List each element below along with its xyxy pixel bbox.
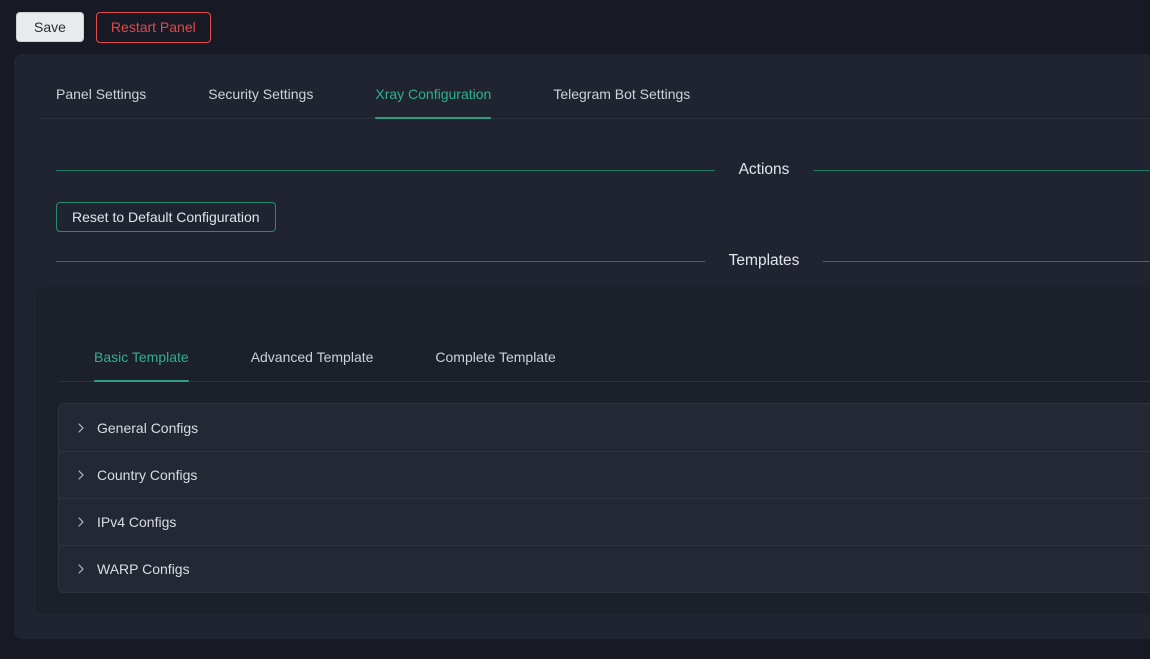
collapse-ipv4-configs[interactable]: IPv4 Configs — [59, 498, 1150, 545]
template-collapse: General Configs Country Configs IPv4 Con… — [58, 403, 1150, 593]
collapse-item-label: WARP Configs — [97, 561, 190, 577]
tab-advanced-template[interactable]: Advanced Template — [251, 347, 374, 381]
collapse-country-configs[interactable]: Country Configs — [59, 451, 1150, 498]
collapse-item-label: Country Configs — [97, 467, 197, 483]
chevron-right-icon — [75, 563, 87, 575]
templates-card: Basic Template Advanced Template Complet… — [36, 287, 1150, 614]
settings-card: Panel Settings Security Settings Xray Co… — [14, 54, 1150, 639]
collapse-item-label: IPv4 Configs — [97, 514, 176, 530]
collapse-warp-configs[interactable]: WARP Configs — [59, 545, 1150, 592]
chevron-right-icon — [75, 516, 87, 528]
restart-panel-button[interactable]: Restart Panel — [96, 12, 211, 43]
tab-complete-template[interactable]: Complete Template — [435, 347, 555, 381]
chevron-right-icon — [75, 422, 87, 434]
tab-xray-configuration[interactable]: Xray Configuration — [375, 84, 491, 118]
tab-panel-settings[interactable]: Panel Settings — [56, 84, 146, 118]
actions-divider: Actions — [56, 161, 1150, 179]
topbar: Save Restart Panel — [0, 0, 1150, 54]
tab-telegram-bot-settings[interactable]: Telegram Bot Settings — [553, 84, 690, 118]
collapse-general-configs[interactable]: General Configs — [59, 404, 1150, 451]
template-tabs: Basic Template Advanced Template Complet… — [58, 347, 1150, 382]
actions-divider-label: Actions — [739, 161, 790, 179]
tab-basic-template[interactable]: Basic Template — [94, 347, 189, 381]
templates-divider: Templates — [56, 252, 1150, 270]
chevron-right-icon — [75, 469, 87, 481]
tab-security-settings[interactable]: Security Settings — [208, 84, 313, 118]
templates-divider-label: Templates — [729, 252, 800, 270]
reset-default-config-button[interactable]: Reset to Default Configuration — [56, 202, 276, 232]
collapse-item-label: General Configs — [97, 420, 198, 436]
actions-section: Reset to Default Configuration — [56, 202, 1150, 232]
settings-tabs: Panel Settings Security Settings Xray Co… — [40, 84, 1150, 119]
save-button[interactable]: Save — [16, 12, 84, 42]
